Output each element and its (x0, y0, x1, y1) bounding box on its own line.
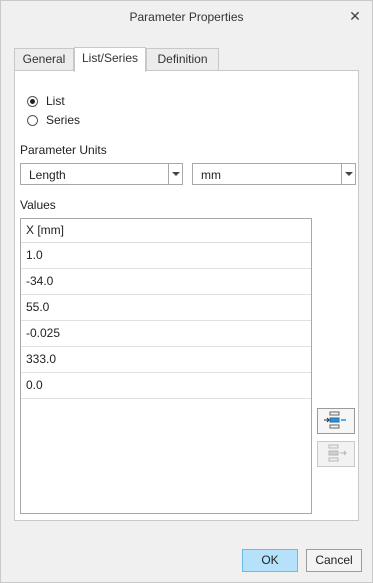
parameter-properties-dialog: Parameter Properties ✕ General List/Seri… (0, 0, 373, 583)
parameter-units-label: Parameter Units (20, 143, 107, 157)
radio-list-label: List (46, 94, 65, 108)
values-label: Values (20, 198, 56, 212)
units-quantity-select[interactable]: Length (20, 163, 183, 185)
table-row[interactable]: -34.0 (21, 269, 311, 295)
table-row[interactable]: 333.0 (21, 347, 311, 373)
ok-button[interactable]: OK (242, 549, 298, 572)
table-row[interactable]: 0.0 (21, 373, 311, 399)
title-bar[interactable]: Parameter Properties ✕ (1, 1, 372, 33)
units-unit-value: mm (201, 168, 221, 182)
window-title: Parameter Properties (129, 10, 244, 24)
tab-general[interactable]: General (14, 48, 74, 70)
radio-series[interactable]: Series (27, 112, 80, 128)
tab-list-series[interactable]: List/Series (74, 47, 146, 72)
radio-list[interactable]: List (27, 93, 65, 109)
remove-row-button[interactable] (317, 441, 355, 467)
units-unit-select[interactable]: mm (192, 163, 356, 185)
values-column-header: X [mm] (21, 219, 311, 243)
values-table[interactable]: X [mm] 1.0 -34.0 55.0 -0.025 333.0 0.0 (20, 218, 312, 514)
remove-row-icon (328, 444, 347, 462)
cancel-button[interactable]: Cancel (306, 549, 362, 572)
chevron-down-icon[interactable] (341, 164, 355, 184)
insert-row-icon (324, 411, 346, 429)
insert-row-button[interactable] (317, 408, 355, 434)
units-quantity-value: Length (29, 168, 66, 182)
table-row[interactable]: 55.0 (21, 295, 311, 321)
tab-definition[interactable]: Definition (146, 48, 219, 70)
list-series-panel: List Series Parameter Units Length mm Va… (14, 70, 359, 521)
table-row[interactable]: 1.0 (21, 243, 311, 269)
radio-series-label: Series (46, 113, 81, 127)
close-icon[interactable]: ✕ (346, 7, 364, 25)
radio-list-button[interactable] (27, 95, 38, 107)
table-row[interactable]: -0.025 (21, 321, 311, 347)
chevron-down-icon[interactable] (168, 164, 182, 184)
radio-series-button[interactable] (27, 114, 38, 126)
